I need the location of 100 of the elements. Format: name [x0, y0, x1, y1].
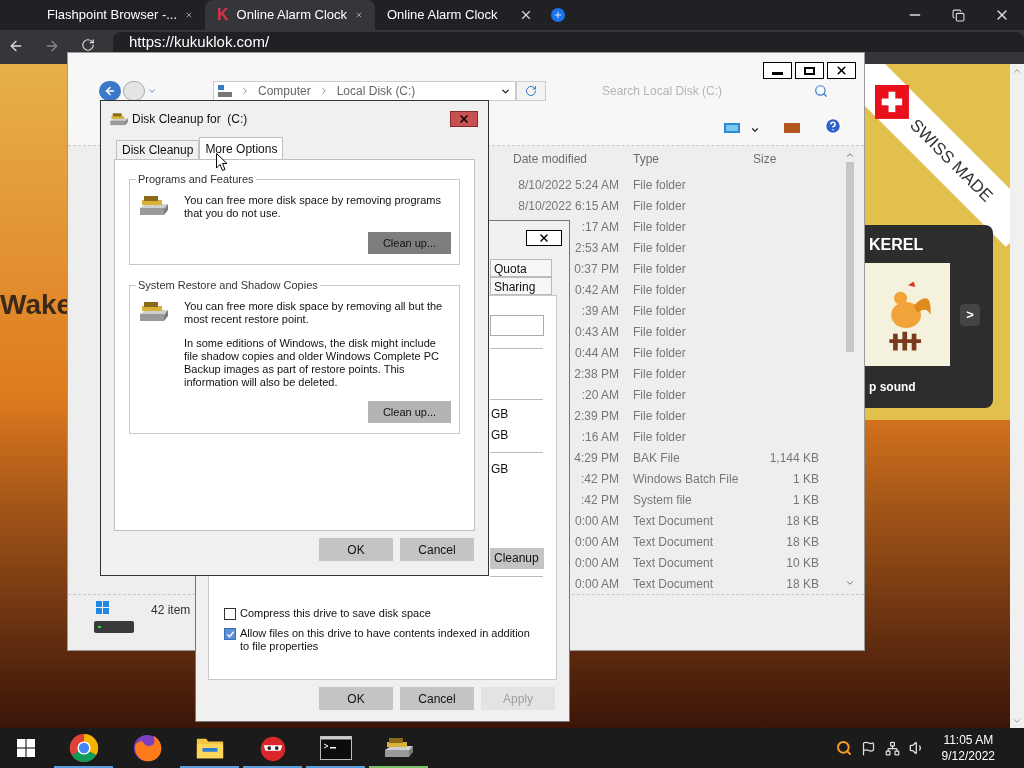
date-cell-text: :42 PM	[581, 470, 619, 488]
type-cell-text: File folder	[633, 302, 687, 320]
dialog-button[interactable]: OK	[319, 538, 393, 561]
clock[interactable]: 11:05 AM 9/12/2022	[933, 732, 1003, 764]
dialog-button[interactable]: Cancel	[400, 538, 474, 561]
group-description: You can free more disk space by removing programs that you do not use.	[184, 194, 442, 220]
dialog-button[interactable]: OK	[319, 687, 393, 710]
date-cell-text: 0:00 AM	[574, 533, 619, 551]
type-cell-text: Text Document	[633, 512, 715, 530]
round-browser-icon[interactable]	[68, 733, 99, 763]
clean-up-button[interactable]: Clean up...	[368, 401, 451, 423]
breadcrumb-item[interactable]: Local Disk (C:)	[336, 82, 416, 100]
properties-tab[interactable]: Sharing	[490, 277, 552, 295]
capacity-value: GB	[491, 406, 510, 423]
dialog-tab[interactable]: Disk Cleanup	[116, 140, 200, 159]
drive-brush-icon	[109, 111, 129, 127]
minimize-button[interactable]	[763, 62, 792, 79]
size-cell-text: 18 KB	[785, 575, 819, 593]
date-cell-text: 2:38 PM	[574, 365, 619, 383]
type-cell-text: System file	[633, 491, 693, 509]
drive-brush-icon	[382, 736, 415, 760]
refresh-icon[interactable]	[525, 85, 537, 97]
network-icon[interactable]	[884, 740, 900, 756]
date-cell-text: :16 AM	[581, 428, 619, 446]
reload-icon[interactable]	[81, 38, 95, 52]
restore-icon[interactable]	[952, 8, 965, 22]
group-description: In some editions of Windows, the disk might include file shadow copies and older Windows Complete PC Backup images as part of restore points. This information will also be deleted.	[184, 337, 440, 389]
column-header[interactable]: Type	[633, 150, 753, 168]
close-icon[interactable]	[835, 64, 848, 77]
dialog-tab[interactable]: More Options	[199, 137, 284, 159]
dialog-button[interactable]: Cancel	[400, 687, 474, 710]
flag-icon[interactable]	[860, 740, 876, 756]
close-button[interactable]	[827, 62, 856, 79]
preview-pane-icon[interactable]	[784, 123, 800, 135]
refresh-button[interactable]	[516, 81, 546, 101]
date-cell-text: 0:37 PM	[574, 260, 619, 278]
view-icon[interactable]	[724, 123, 740, 135]
next-button[interactable]: >	[960, 303, 980, 326]
checkbox-label: Compress this drive to save disk space	[240, 607, 432, 620]
breadcrumb-bar[interactable]: Computer Local Disk (C:)	[213, 81, 516, 101]
size-cell-text: 18 KB	[785, 533, 819, 551]
back-icon[interactable]	[104, 85, 116, 97]
card-title: KEREL	[868, 235, 925, 255]
size-cell-text: 1 KB	[792, 470, 819, 488]
breadcrumb-item[interactable]: Computer	[258, 82, 311, 100]
tab-logo: K	[217, 7, 229, 23]
close-icon[interactable]	[538, 232, 550, 244]
date-cell-text: :20 AM	[581, 386, 619, 404]
scroll-up-icon[interactable]	[845, 150, 855, 160]
close-icon[interactable]	[519, 8, 533, 22]
fox-globe-icon[interactable]	[131, 733, 162, 763]
type-cell-text: File folder	[633, 323, 687, 341]
tab-title: Online Alarm Clock	[236, 6, 348, 25]
scroll-thumb[interactable]	[846, 162, 854, 352]
close-button[interactable]	[526, 230, 562, 246]
drive-icon	[94, 601, 134, 635]
type-cell-text: File folder	[633, 428, 687, 446]
checkbox[interactable]	[224, 628, 236, 640]
type-cell-text: Text Document	[633, 575, 715, 593]
chevron-icon	[240, 86, 250, 96]
browser-tab[interactable]: K Online Alarm Clock	[205, 0, 375, 30]
back-icon[interactable]	[8, 38, 24, 54]
disk-cleanup-button[interactable]: Cleanup	[490, 547, 544, 569]
type-cell-text: File folder	[633, 197, 687, 215]
clean-up-button[interactable]: Clean up...	[368, 232, 451, 254]
name-field[interactable]	[490, 315, 544, 336]
type-cell-text: File folder	[633, 176, 687, 194]
dialog-title: Disk Cleanup for (C:)	[132, 111, 249, 128]
date-cell-text: 0:00 AM	[574, 512, 619, 530]
scroll-down-icon[interactable]	[845, 578, 855, 588]
forward-button[interactable]	[123, 81, 145, 101]
column-header[interactable]: Date modified	[513, 150, 633, 168]
date-cell-text: 4:29 PM	[574, 449, 619, 467]
terminal-icon[interactable]	[319, 736, 352, 760]
maximize-button[interactable]	[795, 62, 824, 79]
back-button[interactable]	[99, 81, 121, 101]
search-icon[interactable]	[814, 84, 828, 98]
drive-brush-icon	[138, 194, 170, 218]
caret-icon[interactable]	[750, 125, 760, 135]
card-caption: p sound	[868, 379, 917, 396]
checkbox[interactable]	[224, 608, 236, 620]
address-field[interactable]: https://kukuklok.com/	[113, 32, 1024, 52]
computer-icon	[218, 85, 232, 97]
windows-logo-icon[interactable]	[17, 739, 35, 757]
column-header[interactable]: Size	[753, 150, 819, 168]
help-icon[interactable]	[824, 117, 842, 135]
new-tab-button[interactable]	[551, 8, 565, 22]
date-cell-text: :17 AM	[581, 218, 619, 236]
forward-icon[interactable]	[44, 38, 60, 54]
date-cell-text: 0:00 AM	[574, 554, 619, 572]
type-cell-text: File folder	[633, 407, 687, 425]
type-cell-text: File folder	[633, 365, 687, 383]
group-legend: Programs and Features	[136, 172, 256, 186]
type-cell-text: File folder	[633, 218, 687, 236]
date-cell-text: 8/10/2022 5:24 AM	[518, 176, 619, 194]
size-cell-text: 1 KB	[792, 491, 819, 509]
tab-title: Online Alarm Clock	[387, 6, 499, 25]
properties-tab[interactable]: Quota	[490, 259, 552, 277]
search-icon[interactable]	[835, 740, 852, 756]
size-cell-text: 10 KB	[785, 554, 819, 572]
